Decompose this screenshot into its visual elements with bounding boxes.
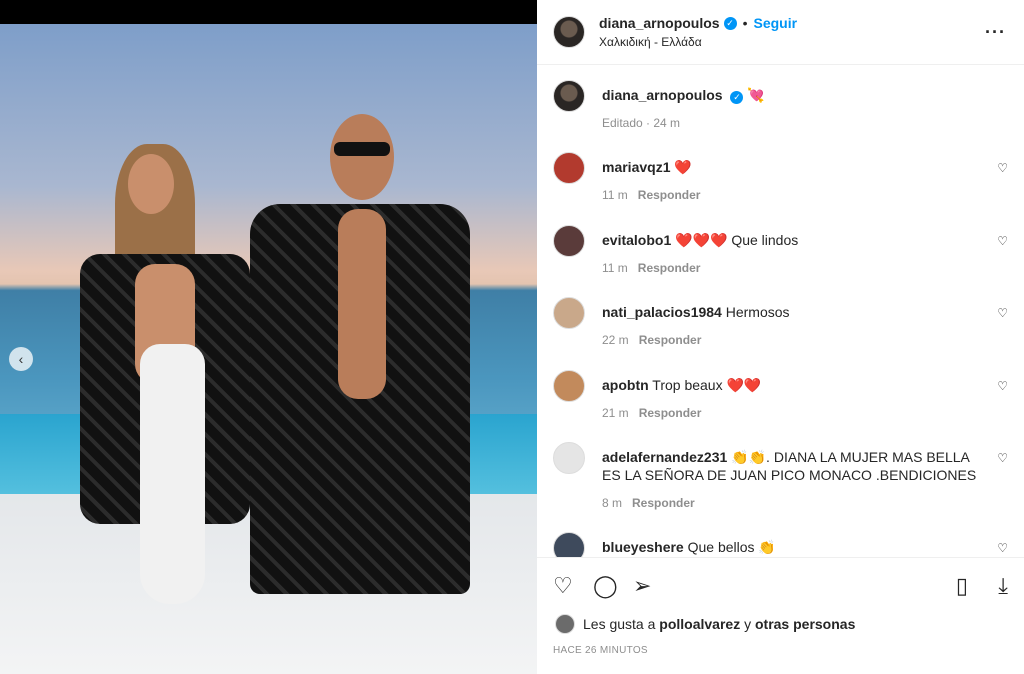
- man-figure: [250, 114, 470, 674]
- more-icon[interactable]: ···: [985, 22, 1006, 43]
- comments-list: diana_arnopoulos ✓ 💘 Editado · 24 m mari…: [537, 65, 1024, 557]
- author-username[interactable]: diana_arnopoulos: [599, 15, 720, 31]
- verified-icon: ✓: [723, 16, 737, 30]
- comment-item: blueyeshere Que bellos 👏 ♡: [553, 532, 1008, 557]
- comment-time: 11 m: [602, 261, 628, 275]
- share-icon[interactable]: ➢: [633, 574, 651, 598]
- commenter-avatar[interactable]: [553, 297, 585, 329]
- caption-meta: Editado · 24 m: [602, 116, 681, 130]
- heart-icon[interactable]: ♡: [997, 306, 1008, 320]
- reply-button[interactable]: Responder: [632, 496, 695, 510]
- comment-time: 22 m: [602, 333, 629, 347]
- comment-username[interactable]: nati_palacios1984: [602, 304, 722, 320]
- other-likers-link[interactable]: otras personas: [755, 616, 855, 632]
- comment-text: ❤️❤️❤️ Que lindos: [675, 232, 799, 248]
- post-header: diana_arnopoulos ✓ • Seguir Χαλκιδική - …: [537, 0, 1024, 65]
- commenter-avatar[interactable]: [553, 225, 585, 257]
- likes-summary: Les gusta a polloalvarez y otras persona…: [555, 614, 855, 634]
- verified-icon: ✓: [730, 90, 744, 104]
- separator-dot: •: [742, 15, 748, 31]
- follow-button[interactable]: Seguir: [753, 15, 797, 31]
- post-photo: ‹: [0, 0, 537, 674]
- comment-time: 21 m: [602, 406, 629, 420]
- caption-text: 💘: [747, 87, 765, 103]
- post-time: HACE 26 MINUTOS: [553, 645, 648, 656]
- likes-conj: y: [744, 616, 752, 632]
- comment-item: apobtn Trop beaux ❤️❤️ 21 m Responder ♡: [553, 370, 1008, 420]
- caption-username[interactable]: diana_arnopoulos: [602, 87, 723, 103]
- comment-text: Hermosos: [725, 304, 790, 320]
- download-icon[interactable]: ⤓: [998, 574, 1008, 598]
- comment-username[interactable]: adelafernandez231: [602, 449, 727, 465]
- comment-time: 8 m: [602, 496, 623, 510]
- comment-item: adelafernandez231 👏👏. DIANA LA MUJER MAS…: [553, 442, 1008, 510]
- comment-item: nati_palacios1984 Hermosos 22 m Responder…: [553, 297, 1008, 347]
- heart-icon[interactable]: ♡: [997, 234, 1008, 248]
- comment-username[interactable]: apobtn: [602, 377, 649, 393]
- commenter-avatar[interactable]: [553, 532, 585, 557]
- heart-icon[interactable]: ♡: [997, 379, 1008, 393]
- heart-icon[interactable]: ♡: [997, 541, 1008, 555]
- author-avatar[interactable]: [553, 80, 585, 112]
- commenter-avatar[interactable]: [553, 370, 585, 402]
- caption: diana_arnopoulos ✓ 💘 Editado · 24 m: [553, 80, 1008, 130]
- commenter-avatar[interactable]: [553, 152, 585, 184]
- heart-icon[interactable]: ♡: [997, 451, 1008, 465]
- liker-username[interactable]: polloalvarez: [659, 616, 740, 632]
- comment-time: 11 m: [602, 188, 628, 202]
- comment-username[interactable]: evitalobo1: [602, 232, 671, 248]
- commenter-avatar[interactable]: [553, 442, 585, 474]
- comment-item: mariavqz1 ❤️ 11 m Responder ♡: [553, 152, 1008, 202]
- reply-button[interactable]: Responder: [639, 333, 702, 347]
- comment-username[interactable]: mariavqz1: [602, 159, 670, 175]
- author-avatar[interactable]: [553, 16, 585, 48]
- comment-icon[interactable]: ◯: [593, 574, 618, 598]
- woman-figure: [80, 144, 250, 644]
- post-panel: diana_arnopoulos ✓ • Seguir Χαλκιδική - …: [537, 0, 1024, 674]
- heart-icon[interactable]: ♡: [553, 574, 573, 598]
- reply-button[interactable]: Responder: [638, 261, 701, 275]
- comment-text: Que bellos 👏: [687, 539, 776, 555]
- liker-avatar[interactable]: [555, 614, 575, 634]
- comment-item: evitalobo1 ❤️❤️❤️ Que lindos 11 m Respond…: [553, 225, 1008, 275]
- heart-icon[interactable]: ♡: [997, 161, 1008, 175]
- bookmark-icon[interactable]: ▯: [956, 574, 968, 598]
- photo-image: [0, 24, 537, 674]
- reply-button[interactable]: Responder: [638, 188, 701, 202]
- chevron-left-icon: ‹: [18, 351, 24, 367]
- reply-button[interactable]: Responder: [639, 406, 702, 420]
- comment-text: Trop beaux ❤️❤️: [652, 377, 762, 393]
- instagram-post-view: ‹ diana_arnopoulos ✓ • Seguir Χαλκιδική …: [0, 0, 1024, 674]
- likes-prefix: Les gusta a: [583, 616, 656, 632]
- comment-username[interactable]: blueyeshere: [602, 539, 684, 555]
- comment-text: ❤️: [674, 159, 692, 175]
- previous-image-button[interactable]: ‹: [9, 347, 33, 371]
- location-link[interactable]: Χαλκιδική - Ελλάδα: [599, 35, 797, 49]
- actions-bar: ♡ ◯ ➢ ▯ ⤓ Les gusta a polloalvarez y otr…: [537, 557, 1024, 674]
